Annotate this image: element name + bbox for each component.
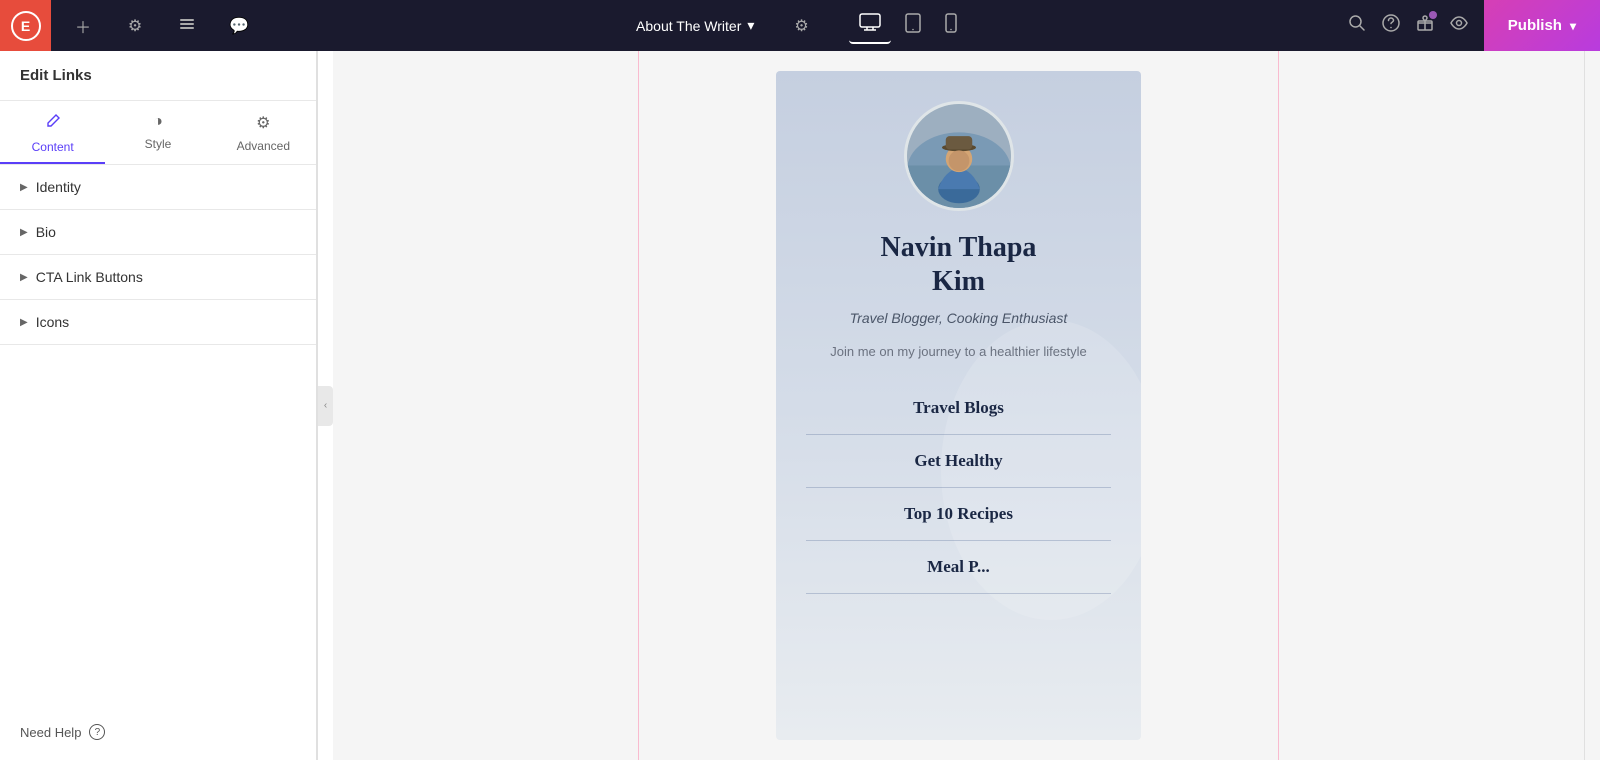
logo-icon: E: [11, 11, 41, 41]
guide-line-left: [638, 51, 639, 760]
page-title-chevron: ▾: [747, 17, 754, 34]
tab-content[interactable]: Content: [0, 101, 105, 164]
sidebar-collapse-handle[interactable]: ‹: [317, 51, 333, 760]
add-element-button[interactable]: ＋: [67, 10, 99, 42]
section-cta-header[interactable]: ▶ CTA Link Buttons: [0, 255, 316, 299]
need-help-section[interactable]: Need Help ?: [0, 704, 316, 760]
style-icon: ◑: [153, 113, 163, 131]
section-bio-header[interactable]: ▶ Bio: [0, 210, 316, 254]
chevron-right-icon: ▶: [20, 182, 28, 193]
chat-icon: 💬: [229, 16, 249, 36]
collapse-chevron-icon: ‹: [318, 386, 333, 426]
section-identity-header[interactable]: ▶ Identity: [0, 165, 316, 209]
layers-button[interactable]: [171, 10, 203, 42]
publish-chevron: ▾: [1570, 19, 1576, 33]
section-icons-label: Icons: [36, 314, 69, 330]
mobile-view-button[interactable]: [935, 7, 967, 44]
section-identity-label: Identity: [36, 179, 81, 195]
tab-advanced[interactable]: ⚙ Advanced: [211, 101, 316, 164]
page-title-button[interactable]: About The Writer ▾: [636, 17, 754, 34]
writer-tagline: Travel Blogger, Cooking Enthusiast: [850, 310, 1068, 326]
sidebar-title: Edit Links: [0, 51, 316, 101]
preview-button[interactable]: [1450, 14, 1468, 37]
nav-center: About The Writer ▾ ⚙: [271, 7, 1332, 44]
section-icons: ▶ Icons: [0, 300, 316, 345]
page-settings-button[interactable]: ⚙: [794, 16, 808, 36]
section-cta-label: CTA Link Buttons: [36, 269, 143, 285]
publish-button[interactable]: Publish ▾: [1484, 0, 1600, 51]
avatar: [904, 101, 1014, 211]
section-bio-label: Bio: [36, 224, 56, 240]
section-bio: ▶ Bio: [0, 210, 316, 255]
tab-content-label: Content: [32, 140, 74, 154]
elementor-logo[interactable]: E: [0, 0, 51, 51]
section-identity: ▶ Identity: [0, 165, 316, 210]
search-button[interactable]: [1348, 14, 1366, 37]
comments-button[interactable]: 💬: [223, 10, 255, 42]
cta-get-healthy[interactable]: Get Healthy: [806, 435, 1111, 488]
sliders-icon: ⚙: [128, 16, 142, 36]
top-navbar: E ＋ ⚙ 💬 About The Writer ▾ ⚙: [0, 0, 1600, 51]
chevron-right-icon-3: ▶: [20, 272, 28, 283]
help-circle-icon: ?: [89, 724, 105, 740]
layers-icon: [178, 14, 196, 37]
cta-travel-blogs[interactable]: Travel Blogs: [806, 382, 1111, 435]
sidebar-tabs: Content ◑ Style ⚙ Advanced: [0, 101, 316, 165]
publish-label: Publish: [1508, 17, 1562, 34]
desktop-icon: [859, 18, 881, 35]
chevron-right-icon-2: ▶: [20, 227, 28, 238]
sidebar-panel: Edit Links Content ◑ Style ⚙ Advanced: [0, 51, 317, 760]
help-button[interactable]: [1382, 14, 1400, 37]
nav-right-icons: [1332, 14, 1484, 37]
writer-widget[interactable]: Navin Thapa Kim Travel Blogger, Cooking …: [776, 71, 1141, 740]
main-layout: Edit Links Content ◑ Style ⚙ Advanced: [0, 51, 1600, 760]
desktop-view-button[interactable]: [849, 7, 891, 44]
writer-bio: Join me on my journey to a healthier lif…: [830, 342, 1087, 362]
guide-line-right: [1278, 51, 1279, 760]
canvas-area: Navin Thapa Kim Travel Blogger, Cooking …: [333, 51, 1584, 760]
gear-icon: ⚙: [794, 18, 808, 35]
tab-style[interactable]: ◑ Style: [105, 101, 210, 164]
tab-style-label: Style: [145, 137, 172, 151]
page-title-label: About The Writer: [636, 18, 741, 34]
advanced-icon: ⚙: [256, 113, 270, 133]
nav-left-icons: ＋ ⚙ 💬: [51, 10, 271, 42]
settings-toggle-button[interactable]: ⚙: [119, 10, 151, 42]
cta-buttons-list: Travel Blogs Get Healthy Top 10 Recipes …: [796, 382, 1121, 594]
widget-content: Navin Thapa Kim Travel Blogger, Cooking …: [776, 71, 1141, 604]
tablet-icon: [905, 20, 921, 37]
tab-advanced-label: Advanced: [237, 139, 290, 153]
view-mode-buttons: [849, 7, 967, 44]
cta-meal-p[interactable]: Meal P...: [806, 541, 1111, 594]
section-cta-link-buttons: ▶ CTA Link Buttons: [0, 255, 316, 300]
chevron-right-icon-4: ▶: [20, 317, 28, 328]
tablet-view-button[interactable]: [895, 7, 931, 44]
need-help-label: Need Help: [20, 725, 81, 740]
section-icons-header[interactable]: ▶ Icons: [0, 300, 316, 344]
gift-button[interactable]: [1416, 14, 1434, 37]
pen-icon: [45, 113, 61, 134]
mobile-icon: [945, 20, 957, 37]
plus-icon: ＋: [75, 14, 91, 38]
cta-top-recipes[interactable]: Top 10 Recipes: [806, 488, 1111, 541]
writer-name: Navin Thapa Kim: [881, 231, 1037, 298]
right-panel: [1584, 51, 1600, 760]
